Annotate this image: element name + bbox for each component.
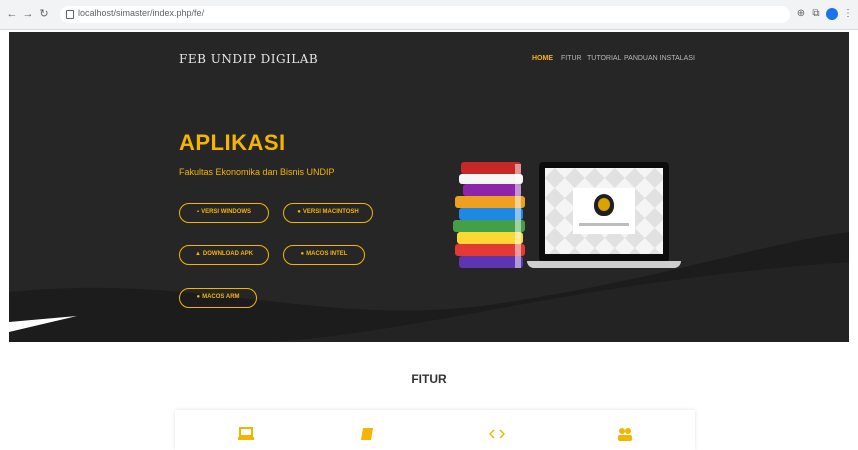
forward-icon[interactable]: →: [22, 8, 34, 20]
code-icon: [489, 429, 505, 439]
nav-panduan-instalasi[interactable]: PANDUAN INSTALASI: [624, 55, 695, 62]
fitur-heading: FITUR: [411, 372, 447, 386]
apple-icon: ●: [297, 209, 301, 215]
nav-home[interactable]: HOME: [532, 55, 553, 62]
reload-icon[interactable]: ↻: [38, 8, 50, 20]
hero-background-shapes: [9, 232, 849, 342]
back-icon[interactable]: ←: [6, 8, 18, 20]
versi-windows-button[interactable]: ▪ VERSI WINDOWS: [179, 203, 269, 223]
nav-tutorial[interactable]: TUTORIAL: [587, 55, 622, 62]
hero-section: FEB UNDIP DIGILAB HOME FITUR TUTORIAL PA…: [9, 32, 849, 342]
books-illustration: [453, 162, 525, 268]
browser-toolbar: ← → ↻ localhost/simaster/index.php/fe/ ⊕…: [0, 0, 858, 30]
zoom-icon[interactable]: ⊕: [795, 8, 807, 20]
users-icon: [618, 428, 632, 441]
laptop-screen: [545, 168, 663, 254]
apple-icon: ●: [196, 294, 201, 300]
lock-icon: [66, 10, 74, 19]
apple-icon: ●: [300, 251, 305, 257]
macos-arm-button[interactable]: ● MACOS ARM: [179, 288, 257, 308]
laptop-icon: [238, 427, 254, 440]
extension-icon[interactable]: ⧉: [810, 8, 822, 20]
download-apk-button[interactable]: ▲ DOWNLOAD APK: [179, 245, 269, 265]
nav-fitur[interactable]: FITUR: [561, 55, 582, 62]
windows-icon: ▪: [196, 209, 200, 215]
macos-intel-button[interactable]: ● MACOS INTEL: [283, 245, 365, 265]
profile-icon[interactable]: [826, 8, 838, 20]
menu-icon[interactable]: ⋮: [842, 8, 854, 20]
android-icon: ▲: [194, 251, 201, 257]
laptop-illustration: [539, 162, 669, 262]
hero-title: APLIKASI: [179, 130, 286, 155]
site-logo[interactable]: FEB UNDIP DIGILAB: [179, 52, 318, 66]
laptop-base: [527, 261, 681, 268]
book-icon: [361, 428, 373, 440]
university-seal-image: [573, 188, 635, 234]
hero-subtitle: Fakultas Ekonomika dan Bisnis UNDIP: [179, 167, 335, 177]
address-bar[interactable]: localhost/simaster/index.php/fe/: [60, 6, 790, 23]
versi-macintosh-button[interactable]: ● VERSI MACINTOSH: [283, 203, 373, 223]
url-text: localhost/simaster/index.php/fe/: [78, 8, 205, 18]
